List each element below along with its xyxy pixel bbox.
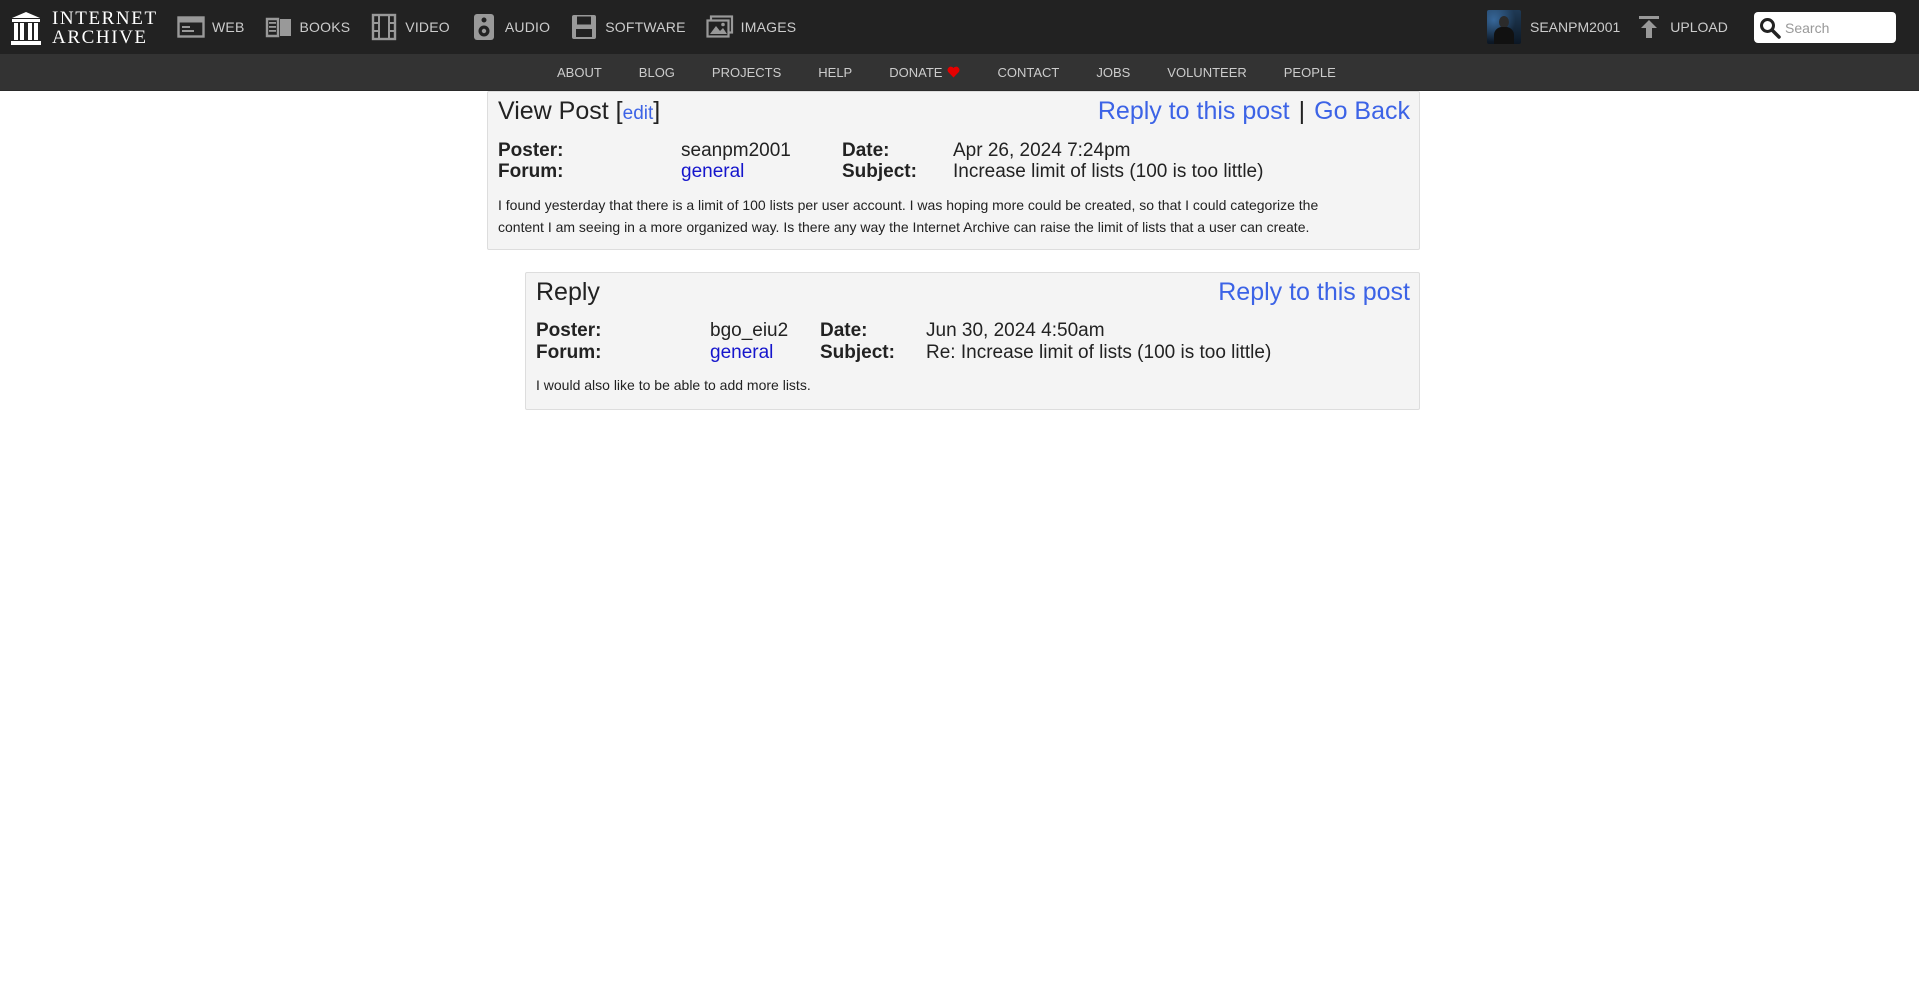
- video-icon: [369, 13, 399, 41]
- go-back-link[interactable]: Go Back: [1314, 97, 1410, 126]
- reply-to-post-link[interactable]: Reply to this post: [1218, 278, 1410, 307]
- heart-icon: [947, 66, 960, 78]
- logo-wordmark: INTERNET ARCHIVE: [52, 9, 158, 47]
- forum-link[interactable]: general: [710, 342, 773, 364]
- subnav-item-contact[interactable]: CONTACT: [997, 65, 1059, 80]
- subnav-item-blog[interactable]: BLOG: [639, 65, 675, 80]
- reply-actions: Reply to this post: [1218, 278, 1410, 307]
- internet-archive-logo[interactable]: INTERNET ARCHIVE: [10, 9, 158, 47]
- date-value: Apr 26, 2024 7:24pm: [953, 140, 1131, 161]
- forum-label: Forum:: [498, 161, 564, 182]
- media-item-label: SOFTWARE: [605, 19, 686, 35]
- forum-label: Forum:: [536, 342, 602, 363]
- subnav-item-volunteer[interactable]: VOLUNTEER: [1167, 65, 1246, 80]
- user-menu: SEANPM2001 UPLOAD: [1487, 0, 1728, 54]
- date-label: Date:: [820, 320, 868, 341]
- upload-label: UPLOAD: [1670, 19, 1728, 35]
- post-title-text: View Post: [498, 97, 609, 125]
- post-body-line-2: content I am seeing in a more organized …: [498, 219, 1310, 235]
- avatar[interactable]: [1487, 10, 1521, 44]
- logo-line-2: ARCHIVE: [52, 27, 148, 48]
- search-box: [1754, 12, 1896, 43]
- media-item-label: WEB: [212, 19, 245, 35]
- reply-body: I would also like to be able to add more…: [536, 377, 811, 393]
- subject-value: Increase limit of lists (100 is too litt…: [953, 161, 1264, 182]
- subject-value: Re: Increase limit of lists (100 is too …: [926, 342, 1272, 363]
- media-item-label: VIDEO: [405, 19, 450, 35]
- subject-label: Subject:: [842, 161, 917, 182]
- logo-line-1: INTERNET: [52, 8, 158, 29]
- books-icon: [264, 13, 294, 41]
- subnav-item-donate-label: DONATE: [889, 64, 943, 80]
- poster-label: Poster:: [536, 320, 602, 341]
- post-body-line-1: I found yesterday that there is a limit …: [498, 197, 1319, 213]
- poster-value: bgo_eiu2: [710, 320, 789, 341]
- action-separator: |: [1298, 97, 1306, 125]
- media-item-software[interactable]: SOFTWARE: [569, 13, 685, 41]
- search-icon[interactable]: [1759, 17, 1781, 39]
- subnav-item-donate[interactable]: DONATE: [889, 65, 960, 80]
- images-icon: [705, 13, 735, 41]
- search-input[interactable]: [1783, 14, 1892, 41]
- forum-post: View Post [edit] Reply to this post | Go…: [487, 91, 1420, 250]
- upload-button[interactable]: UPLOAD: [1638, 15, 1728, 39]
- media-item-books[interactable]: BOOKS: [264, 13, 351, 41]
- forum-reply: Reply Reply to this post Poster: bgo_eiu…: [525, 272, 1420, 410]
- audio-icon: [469, 13, 499, 41]
- media-type-menu: WEB BOOKS VIDEO AUDIO SOFTWARE IMAGES: [176, 0, 815, 54]
- top-navigation-bar: INTERNET ARCHIVE WEB BOOKS VIDEO AUDIO S…: [0, 0, 1919, 54]
- media-item-audio[interactable]: AUDIO: [469, 13, 550, 41]
- upload-icon: [1639, 16, 1660, 38]
- software-icon: [569, 13, 599, 41]
- forum-link[interactable]: general: [681, 161, 744, 183]
- post-title: View Post [edit]: [498, 97, 661, 125]
- archive-building-icon: [11, 12, 41, 45]
- secondary-navigation: ABOUT BLOG PROJECTS HELP DONATE CONTACT …: [0, 54, 1919, 91]
- post-actions: Reply to this post | Go Back: [1098, 97, 1410, 126]
- media-item-label: BOOKS: [299, 19, 351, 35]
- post-body: I found yesterday that there is a limit …: [498, 194, 1318, 238]
- subnav-item-help[interactable]: HELP: [818, 65, 852, 80]
- media-item-video[interactable]: VIDEO: [369, 13, 450, 41]
- subnav-item-jobs[interactable]: JOBS: [1096, 65, 1130, 80]
- web-icon: [176, 13, 206, 41]
- date-label: Date:: [842, 140, 890, 161]
- date-value: Jun 30, 2024 4:50am: [926, 320, 1105, 341]
- media-item-label: AUDIO: [504, 19, 551, 35]
- reply-to-post-link[interactable]: Reply to this post: [1098, 97, 1290, 126]
- subnav-item-people[interactable]: PEOPLE: [1284, 65, 1336, 80]
- subnav-item-about[interactable]: ABOUT: [557, 65, 602, 80]
- subnav-item-projects[interactable]: PROJECTS: [712, 65, 781, 80]
- media-item-web[interactable]: WEB: [176, 13, 245, 41]
- subject-label: Subject:: [820, 342, 895, 363]
- media-item-label: IMAGES: [740, 19, 797, 35]
- username-link[interactable]: SEANPM2001: [1530, 19, 1620, 35]
- edit-link[interactable]: edit: [623, 103, 654, 124]
- poster-label: Poster:: [498, 140, 564, 161]
- media-item-images[interactable]: IMAGES: [705, 13, 797, 41]
- reply-title: Reply: [536, 278, 600, 306]
- poster-value: seanpm2001: [681, 140, 791, 161]
